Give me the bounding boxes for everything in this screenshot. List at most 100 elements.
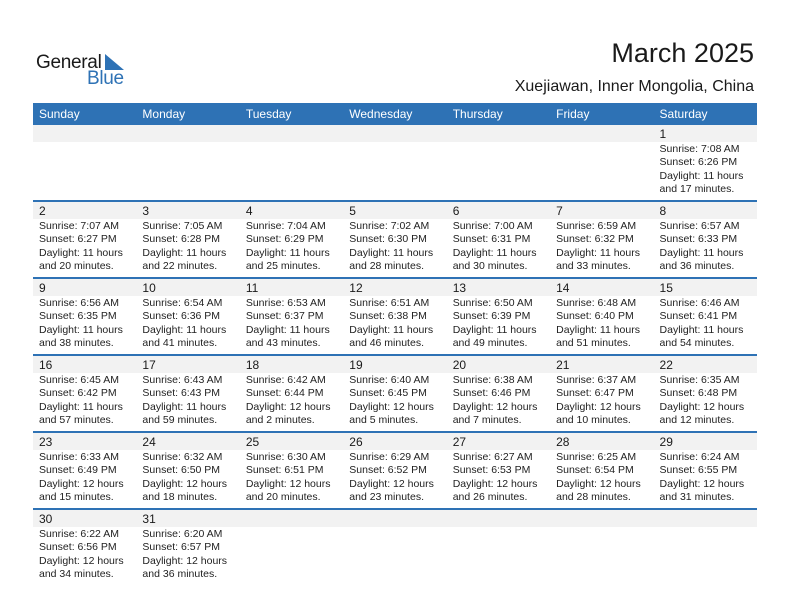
daylight-duration: and 26 minutes. xyxy=(452,490,528,503)
week-row: 1 Sunrise: 7:08 AM Sunset: 6:26 PM Daylight… xyxy=(33,125,757,202)
week-row: 16 Sunrise: 6:45 AM Sunset: 6:42 PM Dayligh… xyxy=(33,355,757,433)
daylight-duration: Daylight: 11 hours xyxy=(556,323,640,336)
day-number xyxy=(446,510,551,527)
daylight-duration: Daylight: 11 hours xyxy=(245,323,330,336)
day-cell: 21 Sunrise: 6:37 AM Sunset: 6:47 PM Dayligh… xyxy=(550,355,654,433)
empty-day-cell xyxy=(550,509,654,585)
sun-info xyxy=(343,142,446,200)
day-number: 3 xyxy=(136,202,240,219)
sunset-time: Sunset: 6:48 PM xyxy=(659,387,738,400)
day-number: 29 xyxy=(653,433,757,450)
daylight-duration: and 36 minutes. xyxy=(659,259,735,272)
weekday-header-monday: Monday xyxy=(136,103,240,125)
sunrise-time: Sunrise: 6:37 AM xyxy=(556,374,637,386)
sunset-time: Sunset: 6:54 PM xyxy=(556,464,634,477)
sunset-time: Sunset: 6:35 PM xyxy=(39,310,117,323)
sunset-time: Sunset: 6:29 PM xyxy=(245,233,324,246)
day-number: 1 xyxy=(653,125,757,142)
daylight-duration: Daylight: 11 hours xyxy=(142,323,227,336)
sunrise-time: Sunrise: 6:33 AM xyxy=(39,451,119,463)
sunset-time: Sunset: 6:57 PM xyxy=(142,541,221,554)
day-number xyxy=(550,125,654,142)
sun-info: Sunrise: 7:00 AM Sunset: 6:31 PM Daylight:… xyxy=(447,219,550,277)
sun-info: Sunrise: 6:54 AM Sunset: 6:36 PM Daylight:… xyxy=(136,296,239,354)
daylight-duration: Daylight: 11 hours xyxy=(142,246,227,259)
sun-info: Sunrise: 6:48 AM Sunset: 6:40 PM Daylight:… xyxy=(550,296,653,354)
empty-day-cell xyxy=(239,125,344,202)
day-cell: 26 Sunrise: 6:29 AM Sunset: 6:52 PM Dayligh… xyxy=(343,432,447,510)
sunset-time: Sunset: 6:37 PM xyxy=(245,310,324,323)
daylight-duration: and 51 minutes. xyxy=(556,336,631,349)
sun-info xyxy=(136,142,239,200)
weekday-header-thursday: Thursday xyxy=(446,103,551,125)
day-number: 28 xyxy=(550,433,654,450)
day-number: 22 xyxy=(653,356,757,373)
sun-info xyxy=(654,527,757,585)
daylight-duration: and 20 minutes. xyxy=(245,490,321,503)
daylight-duration: Daylight: 12 hours xyxy=(39,554,124,567)
day-number: 11 xyxy=(239,279,344,296)
weekday-header-sunday: Sunday xyxy=(33,103,137,125)
day-cell: 15 Sunrise: 6:46 AM Sunset: 6:41 PM Dayligh… xyxy=(653,278,757,356)
sun-info: Sunrise: 6:57 AM Sunset: 6:33 PM Daylight:… xyxy=(654,219,757,277)
daylight-duration: and 5 minutes. xyxy=(349,413,419,426)
day-cell: 22 Sunrise: 6:35 AM Sunset: 6:48 PM Dayligh… xyxy=(653,355,757,433)
day-cell: 5 Sunrise: 7:02 AM Sunset: 6:30 PM Daylight… xyxy=(343,201,447,279)
sun-info xyxy=(240,527,343,585)
sunset-time: Sunset: 6:49 PM xyxy=(39,464,117,477)
sunset-time: Sunset: 6:44 PM xyxy=(245,387,324,400)
daylight-duration: Daylight: 12 hours xyxy=(39,477,124,490)
day-cell: 10 Sunrise: 6:54 AM Sunset: 6:36 PM Dayligh… xyxy=(136,278,240,356)
logo-text-blue: Blue xyxy=(87,68,124,89)
daylight-duration: Daylight: 11 hours xyxy=(556,246,640,259)
sun-info: Sunrise: 6:53 AM Sunset: 6:37 PM Daylight:… xyxy=(240,296,343,354)
logo: General Blue xyxy=(36,52,136,92)
week-row: 9 Sunrise: 6:56 AM Sunset: 6:35 PM Daylight… xyxy=(33,278,757,356)
sunrise-time: Sunrise: 6:22 AM xyxy=(39,528,119,540)
daylight-duration: Daylight: 11 hours xyxy=(142,400,227,413)
sun-info xyxy=(447,142,550,200)
sunrise-time: Sunrise: 6:38 AM xyxy=(452,374,533,386)
week-row: 23 Sunrise: 6:33 AM Sunset: 6:49 PM Dayligh… xyxy=(33,432,757,510)
sunset-time: Sunset: 6:28 PM xyxy=(142,233,221,246)
sunrise-time: Sunrise: 6:35 AM xyxy=(659,374,740,386)
sunrise-time: Sunrise: 7:08 AM xyxy=(659,143,740,155)
daylight-duration: Daylight: 11 hours xyxy=(349,323,434,336)
week-row: 2 Sunrise: 7:07 AM Sunset: 6:27 PM Daylight… xyxy=(33,201,757,279)
daylight-duration: Daylight: 12 hours xyxy=(349,477,434,490)
daylight-duration: Daylight: 11 hours xyxy=(659,323,744,336)
day-number: 20 xyxy=(446,356,551,373)
day-cell: 31 Sunrise: 6:20 AM Sunset: 6:57 PM Dayligh… xyxy=(136,509,240,585)
calendar-grid: Sunday Monday Tuesday Wednesday Thursday Frid… xyxy=(33,103,757,585)
daylight-duration: Daylight: 11 hours xyxy=(452,323,537,336)
daylight-duration: and 7 minutes. xyxy=(452,413,522,426)
weekday-header-tuesday: Tuesday xyxy=(239,103,344,125)
daylight-duration: and 49 minutes. xyxy=(452,336,528,349)
sun-info: Sunrise: 6:33 AM Sunset: 6:49 PM Daylight:… xyxy=(33,450,136,508)
sunset-time: Sunset: 6:51 PM xyxy=(245,464,324,477)
daylight-duration: and 59 minutes. xyxy=(142,413,218,426)
empty-day-cell xyxy=(136,125,240,202)
sunrise-time: Sunrise: 6:40 AM xyxy=(349,374,430,386)
empty-day-cell xyxy=(653,509,757,585)
sun-info: Sunrise: 6:29 AM Sunset: 6:52 PM Daylight:… xyxy=(343,450,446,508)
sunrise-time: Sunrise: 6:45 AM xyxy=(39,374,119,386)
sun-info: Sunrise: 6:35 AM Sunset: 6:48 PM Daylight:… xyxy=(654,373,757,431)
day-number xyxy=(550,510,654,527)
day-number: 5 xyxy=(343,202,447,219)
day-number xyxy=(653,510,757,527)
sunrise-time: Sunrise: 6:59 AM xyxy=(556,220,637,232)
week-row: 30 Sunrise: 6:22 AM Sunset: 6:56 PM Dayligh… xyxy=(33,509,757,585)
sun-info: Sunrise: 6:30 AM Sunset: 6:51 PM Daylight:… xyxy=(240,450,343,508)
daylight-duration: and 43 minutes. xyxy=(245,336,321,349)
sunset-time: Sunset: 6:32 PM xyxy=(556,233,634,246)
sunset-time: Sunset: 6:30 PM xyxy=(349,233,427,246)
empty-day-cell xyxy=(239,509,344,585)
day-number: 19 xyxy=(343,356,447,373)
day-cell: 8 Sunrise: 6:57 AM Sunset: 6:33 PM Daylight… xyxy=(653,201,757,279)
sunrise-time: Sunrise: 6:24 AM xyxy=(659,451,740,463)
sunrise-time: Sunrise: 6:30 AM xyxy=(245,451,326,463)
sun-info: Sunrise: 7:04 AM Sunset: 6:29 PM Daylight:… xyxy=(240,219,343,277)
daylight-duration: Daylight: 12 hours xyxy=(452,477,538,490)
daylight-duration: and 15 minutes. xyxy=(39,490,114,503)
